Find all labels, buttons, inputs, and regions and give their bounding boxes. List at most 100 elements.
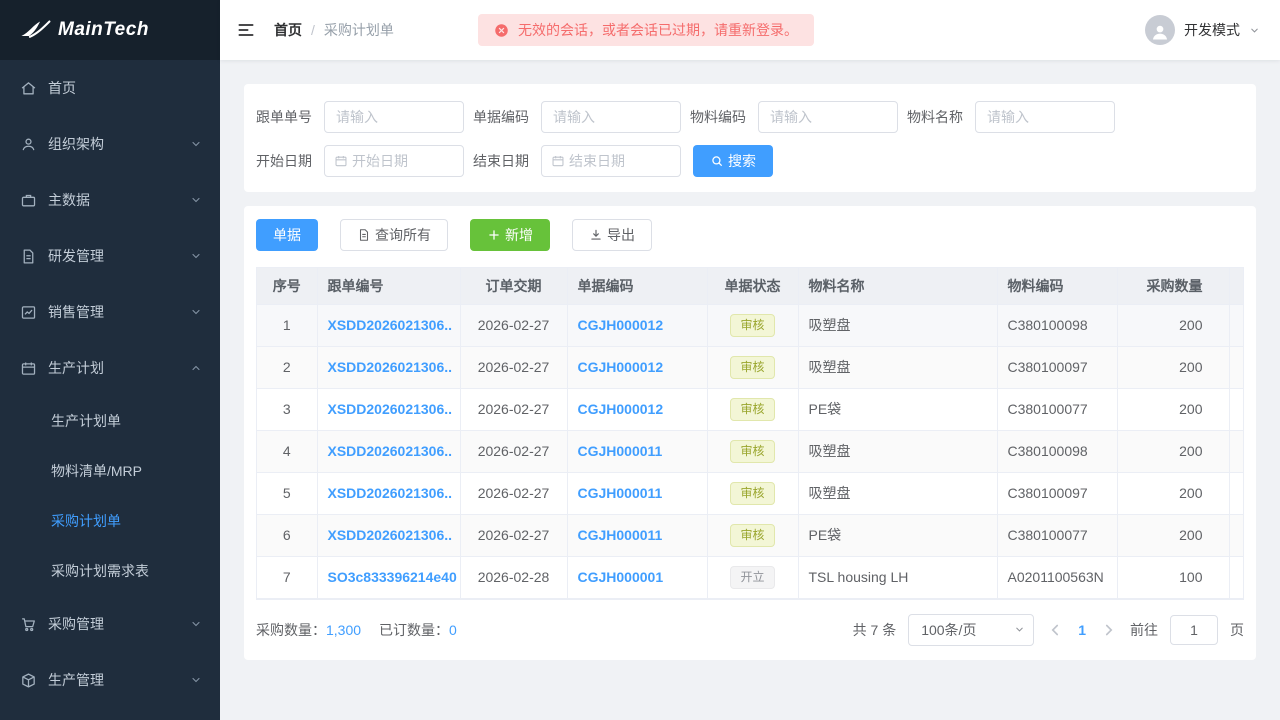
filter-input-material-code[interactable]	[759, 102, 897, 132]
breadcrumb-root[interactable]: 首页	[274, 20, 302, 40]
sidebar-item-label: 销售管理	[48, 302, 190, 322]
follow-no-link[interactable]: XSDD2026021306..	[328, 485, 453, 501]
query-all-button[interactable]: 查询所有	[340, 219, 448, 251]
doc-no-link[interactable]: CGJH000012	[578, 359, 664, 375]
sidebar: MainTech 首页组织架构主数据研发管理销售管理生产计划生产计划单物料清单/…	[0, 0, 220, 720]
doc-no-link[interactable]: CGJH000011	[578, 443, 663, 459]
cell-status: 审核	[707, 472, 798, 514]
doc-no-link[interactable]: CGJH000011	[578, 485, 663, 501]
cell-follow-no: XSDD2026021306..	[317, 304, 460, 346]
cell-qty: 200	[1117, 472, 1229, 514]
sidebar-subitem[interactable]: 生产计划单	[0, 396, 220, 446]
column-header: 采购数量	[1117, 268, 1229, 304]
goto-page-input[interactable]	[1170, 615, 1218, 645]
sidebar-item-purchasing[interactable]: 采购管理	[0, 596, 220, 652]
follow-no-link[interactable]: XSDD2026021306..	[328, 359, 453, 375]
cell-status: 审核	[707, 388, 798, 430]
chevron-down-icon	[190, 138, 202, 150]
cell-status: 审核	[707, 346, 798, 388]
table-row[interactable]: 1XSDD2026021306..2026-02-27CGJH000012审核吸…	[257, 304, 1244, 346]
table-row[interactable]: 7SO3c833396214e402026-02-28CGJH000001开立T…	[257, 556, 1244, 598]
follow-no-link[interactable]: XSDD2026021306..	[328, 401, 453, 417]
page-size-select[interactable]: 100条/页	[908, 614, 1034, 646]
sidebar-item-production-plan[interactable]: 生产计划	[0, 340, 220, 396]
sidebar-item-home[interactable]: 首页	[0, 60, 220, 116]
prev-page-button[interactable]	[1046, 621, 1064, 639]
filter-label: 开始日期	[256, 151, 312, 171]
sidebar-item-production[interactable]: 生产管理	[0, 652, 220, 708]
text-input-doc-code[interactable]	[541, 101, 681, 133]
briefcase-icon	[20, 192, 37, 209]
doc-no-link[interactable]: CGJH000012	[578, 317, 664, 333]
chevron-down-icon	[190, 306, 202, 318]
status-badge: 审核	[730, 356, 774, 379]
follow-no-link[interactable]: SO3c833396214e40	[328, 569, 457, 585]
doc-no-link[interactable]: CGJH000011	[578, 527, 663, 543]
column-header: 序号	[257, 268, 317, 304]
table-row[interactable]: 4XSDD2026021306..2026-02-27CGJH000011审核吸…	[257, 430, 1244, 472]
sidebar-subitem[interactable]: 采购计划单	[0, 496, 220, 546]
filter-input-follow-no[interactable]	[325, 102, 463, 132]
sidebar-item-label: 采购管理	[48, 614, 190, 634]
filter-input-end-date[interactable]	[565, 146, 680, 176]
sidebar-subitem[interactable]: 物料清单/MRP	[0, 446, 220, 496]
home-icon	[20, 80, 37, 97]
cell-status: 审核	[707, 430, 798, 472]
cell-clipped	[1229, 304, 1244, 346]
date-input-end-date[interactable]	[541, 145, 681, 177]
text-input-material-name[interactable]	[975, 101, 1115, 133]
cell-material-code: A0201100563N	[997, 556, 1117, 598]
filter-input-material-name[interactable]	[976, 102, 1114, 132]
doc-no-link[interactable]: CGJH000001	[578, 569, 664, 585]
sidebar-item-label: 生产管理	[48, 670, 190, 690]
filter-input-start-date[interactable]	[348, 146, 463, 176]
cell-material-code: C380100097	[997, 472, 1117, 514]
cell-follow-no: SO3c833396214e40	[317, 556, 460, 598]
filter-label: 单据编码	[473, 107, 529, 127]
filter-input-doc-code[interactable]	[542, 102, 680, 132]
table-row[interactable]: 6XSDD2026021306..2026-02-27CGJH000011审核P…	[257, 514, 1244, 556]
cell-seq: 3	[257, 388, 317, 430]
sidebar-item-sales[interactable]: 销售管理	[0, 284, 220, 340]
page-unit-label: 页	[1230, 620, 1244, 640]
column-header: 跟单编号	[317, 268, 460, 304]
table-header-row: 序号跟单编号订单交期单据编码单据状态物料名称物料编码采购数量	[257, 268, 1244, 304]
text-input-follow-no[interactable]	[324, 101, 464, 133]
add-button[interactable]: 新增	[470, 219, 550, 251]
next-page-button[interactable]	[1100, 621, 1118, 639]
search-button[interactable]: 搜索	[693, 145, 773, 177]
follow-no-link[interactable]: XSDD2026021306..	[328, 527, 453, 543]
cell-qty: 200	[1117, 346, 1229, 388]
button-label: 导出	[607, 225, 635, 245]
sidebar-subitem[interactable]: 采购计划需求表	[0, 546, 220, 596]
sidebar-item-label: 首页	[48, 78, 202, 98]
status-badge: 审核	[730, 440, 774, 463]
follow-no-link[interactable]: XSDD2026021306..	[328, 317, 453, 333]
page-size-value: 100条/页	[921, 620, 1014, 640]
sidebar-item-org[interactable]: 组织架构	[0, 116, 220, 172]
top-header: 首页 / 采购计划单 无效的会话，或者会话已过期，请重新登录。 开发模式	[220, 0, 1280, 60]
plus-icon	[487, 228, 501, 242]
text-input-material-code[interactable]	[758, 101, 898, 133]
main-column: 首页 / 采购计划单 无效的会话，或者会话已过期，请重新登录。 开发模式 跟单单…	[220, 0, 1280, 720]
table-row[interactable]: 3XSDD2026021306..2026-02-27CGJH000012审核P…	[257, 388, 1244, 430]
document-button[interactable]: 单据	[256, 219, 318, 251]
follow-no-link[interactable]: XSDD2026021306..	[328, 443, 453, 459]
cell-doc-no: CGJH000012	[567, 388, 707, 430]
logo-swoosh-icon	[18, 18, 52, 42]
cell-clipped	[1229, 556, 1244, 598]
table-row[interactable]: 2XSDD2026021306..2026-02-27CGJH000012审核吸…	[257, 346, 1244, 388]
sidebar-item-rnd[interactable]: 研发管理	[0, 228, 220, 284]
sidebar-item-master-data[interactable]: 主数据	[0, 172, 220, 228]
date-input-start-date[interactable]	[324, 145, 464, 177]
filter-row-1: 跟单单号单据编码物料编码物料名称	[256, 101, 1244, 133]
cell-material-code: C380100098	[997, 304, 1117, 346]
cell-material-name: TSL housing LH	[798, 556, 997, 598]
export-button[interactable]: 导出	[572, 219, 652, 251]
user-menu[interactable]: 开发模式	[1145, 15, 1260, 45]
cell-seq: 2	[257, 346, 317, 388]
menu-fold-icon[interactable]	[236, 20, 256, 40]
page-number[interactable]: 1	[1076, 622, 1088, 638]
table-row[interactable]: 5XSDD2026021306..2026-02-27CGJH000011审核吸…	[257, 472, 1244, 514]
doc-no-link[interactable]: CGJH000012	[578, 401, 664, 417]
